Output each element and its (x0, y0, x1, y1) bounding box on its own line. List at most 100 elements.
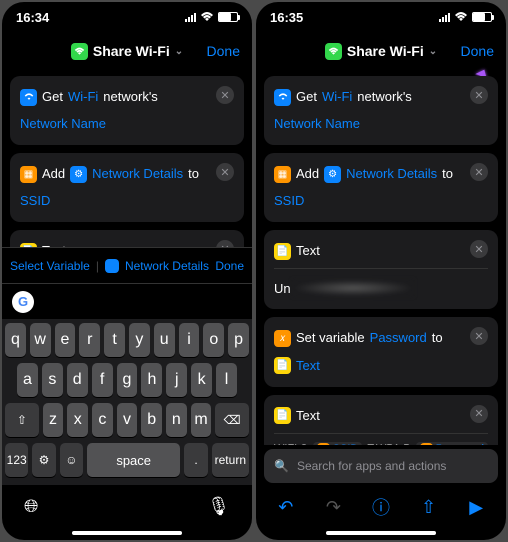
done-button[interactable]: Done (461, 43, 494, 59)
ssid-token[interactable]: 𝑥SSID (313, 442, 363, 445)
key-a[interactable]: a (17, 363, 38, 397)
key-b[interactable]: b (141, 403, 162, 437)
key-n[interactable]: n (166, 403, 187, 437)
key-f[interactable]: f (92, 363, 113, 397)
wifi-string-field[interactable]: WIFI:S: 𝑥SSID ;T:WPA;P: 𝑥Password ;; (274, 442, 488, 445)
close-icon[interactable]: ✕ (470, 86, 488, 104)
keyboard: qwertyuiop asdfghjkl ⇧ zxcvbnm ⌫ 123 ⚙ ☺… (2, 319, 252, 485)
action-add-dictionary[interactable]: ✕ ▦ Add ⚙ Network Details to SSID (10, 153, 244, 222)
key-z[interactable]: z (43, 403, 64, 437)
key-q[interactable]: q (5, 323, 26, 357)
action-add-dictionary[interactable]: ✕ ▦ Add ⚙ Network Details to SSID (264, 153, 498, 222)
key-t[interactable]: t (104, 323, 125, 357)
chevron-down-icon[interactable]: ⌄ (175, 46, 183, 57)
globe-icon[interactable]: 🌐︎ (24, 496, 38, 517)
space-key[interactable]: space (87, 443, 180, 477)
key-k[interactable]: k (191, 363, 212, 397)
status-icons (439, 10, 492, 25)
keyboard-bottom: 🌐︎ 🎙 (2, 485, 252, 527)
action-text[interactable]: ✕ 📄 Text Un (10, 230, 244, 247)
variable-icon: 𝑥 (274, 330, 291, 347)
key-o[interactable]: o (203, 323, 224, 357)
numbers-key[interactable]: 123 (5, 443, 28, 477)
redo-button: ↷ (318, 497, 348, 518)
key-l[interactable]: l (216, 363, 237, 397)
action-text[interactable]: ✕ 📄 Text Un (264, 230, 498, 309)
var-icon: ⚙ (70, 166, 87, 183)
key-i[interactable]: i (179, 323, 200, 357)
wifi-icon (454, 10, 468, 25)
page-title: Share Wi-Fi ⌄ (71, 43, 183, 60)
key-w[interactable]: w (30, 323, 51, 357)
key-x[interactable]: x (67, 403, 88, 437)
password-token[interactable]: 𝑥Password (416, 442, 488, 445)
network-name-param[interactable]: Network Name (20, 113, 234, 135)
network-details-token[interactable]: Network Details (125, 259, 209, 273)
settings-key[interactable]: ⚙ (32, 443, 55, 477)
keyboard-done-button[interactable]: Done (215, 259, 244, 273)
google-icon[interactable]: G (12, 291, 34, 313)
period-key[interactable]: . (184, 443, 207, 477)
key-d[interactable]: d (67, 363, 88, 397)
status-bar: 16:34 (2, 2, 252, 32)
undo-button[interactable]: ↶ (271, 497, 301, 518)
redacted-text (293, 280, 413, 296)
var-icon: ⚙ (324, 166, 341, 183)
action-get-wifi[interactable]: ✕ Get Wi-Fi network's Network Name (10, 76, 244, 145)
ssid-param[interactable]: SSID (20, 190, 234, 212)
phone-right: 16:35 Share Wi-Fi ⌄ Done ➚ ✕ Get Wi-Fi n… (256, 2, 506, 540)
text-field[interactable]: Un (274, 277, 488, 299)
key-e[interactable]: e (55, 323, 76, 357)
emoji-key[interactable]: ☺ (60, 443, 83, 477)
key-m[interactable]: m (191, 403, 212, 437)
toolbar: ↶ ↷ ⓘ ⇧ ▶ (256, 487, 506, 527)
play-button[interactable]: ▶ (461, 497, 491, 518)
key-s[interactable]: s (42, 363, 63, 397)
close-icon[interactable]: ✕ (216, 86, 234, 104)
action-get-wifi[interactable]: ✕ Get Wi-Fi network's Network Name (264, 76, 498, 145)
backspace-key[interactable]: ⌫ (215, 403, 249, 437)
info-button[interactable]: ⓘ (366, 494, 396, 520)
actions-list: ✕ Get Wi-Fi network's Network Name ✕ ▦ A… (2, 70, 252, 247)
return-key[interactable]: return (212, 443, 249, 477)
text-icon: 📄 (274, 357, 291, 374)
header: Share Wi-Fi ⌄ Done (2, 32, 252, 70)
key-r[interactable]: r (79, 323, 100, 357)
home-indicator[interactable] (72, 531, 182, 535)
wifi-param[interactable]: Wi-Fi (322, 86, 352, 108)
battery-icon (218, 12, 238, 22)
key-j[interactable]: j (166, 363, 187, 397)
phone-left: 16:34 Share Wi-Fi ⌄ Done ✕ Get Wi-Fi net (2, 2, 252, 540)
shift-key[interactable]: ⇧ (5, 403, 39, 437)
done-button[interactable]: Done (207, 43, 240, 59)
key-y[interactable]: y (129, 323, 150, 357)
key-v[interactable]: v (117, 403, 138, 437)
key-p[interactable]: p (228, 323, 249, 357)
close-icon[interactable]: ✕ (470, 405, 488, 423)
select-variable-button[interactable]: Select Variable (10, 259, 90, 273)
network-details-var[interactable]: Network Details (92, 163, 183, 185)
mic-icon[interactable]: 🎙 (207, 496, 230, 517)
dictionary-icon: ▦ (274, 166, 291, 183)
search-icon: 🔍 (274, 459, 289, 473)
status-bar: 16:35 (256, 2, 506, 32)
network-name-param[interactable]: Network Name (274, 113, 488, 135)
text-var[interactable]: Text (296, 355, 320, 377)
key-h[interactable]: h (141, 363, 162, 397)
network-details-var[interactable]: Network Details (346, 163, 437, 185)
action-set-variable[interactable]: ✕ 𝑥 Set variable Password to 📄 Text (264, 317, 498, 386)
chevron-down-icon[interactable]: ⌄ (429, 46, 437, 57)
key-g[interactable]: g (117, 363, 138, 397)
share-button[interactable]: ⇧ (414, 497, 444, 518)
action-text-2[interactable]: ✕ 📄 Text WIFI:S: 𝑥SSID ;T:WPA;P: 𝑥Passwo… (264, 395, 498, 445)
password-var[interactable]: Password (370, 327, 427, 349)
wifi-app-icon (71, 43, 88, 60)
home-indicator[interactable] (326, 531, 436, 535)
wifi-param[interactable]: Wi-Fi (68, 86, 98, 108)
ssid-param[interactable]: SSID (274, 190, 488, 212)
text-icon: 📄 (20, 243, 37, 247)
actions-list: ✕ Get Wi-Fi network's Network Name ✕ ▦ A… (256, 70, 506, 445)
search-input[interactable]: 🔍 Search for apps and actions (264, 449, 498, 483)
key-u[interactable]: u (154, 323, 175, 357)
key-c[interactable]: c (92, 403, 113, 437)
